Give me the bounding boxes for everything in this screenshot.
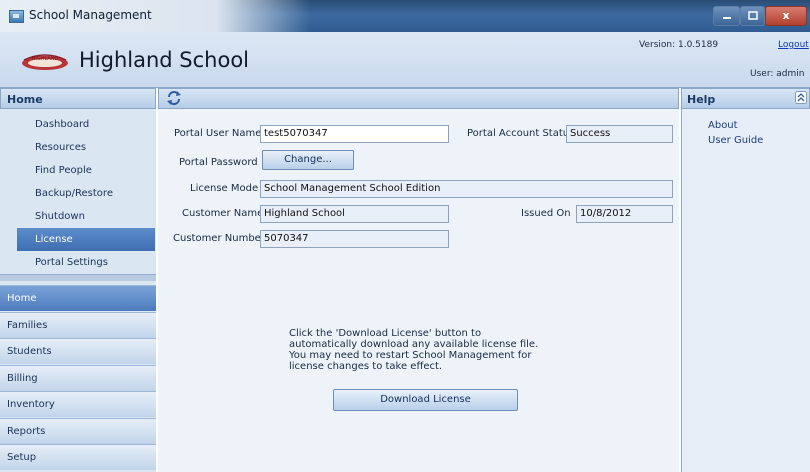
close-button[interactable]: x [765, 6, 807, 26]
group-families[interactable]: Families [0, 312, 156, 338]
issued-on-field: 10/8/2012 [576, 205, 673, 223]
highland-logo: HIGHLAND [22, 54, 68, 70]
group-inventory[interactable]: Inventory [0, 391, 156, 417]
help-panel-title: Help [687, 93, 716, 106]
portal-user-name-label: Portal User Name [174, 128, 262, 139]
group-setup[interactable]: Setup [0, 444, 156, 470]
license-mode-label: License Mode [190, 183, 259, 194]
nav-panel-title: Home [7, 93, 43, 106]
customer-number-field: 5070347 [260, 230, 449, 248]
issued-on-label: Issued On [521, 208, 571, 219]
nav-item-portal-settings[interactable]: Portal Settings [0, 251, 156, 274]
group-billing[interactable]: Billing [0, 365, 156, 391]
nav-item-resources[interactable]: Resources [0, 136, 156, 159]
app-icon [9, 10, 24, 23]
nav-item-dashboard[interactable]: Dashboard [0, 113, 156, 136]
nav-item-backup-restore[interactable]: Backup/Restore [0, 182, 156, 205]
school-name: Highland School [79, 48, 249, 72]
minimize-button[interactable] [713, 6, 740, 26]
refresh-icon[interactable] [166, 90, 182, 106]
window-title: School Management [29, 8, 152, 22]
close-icon: x [782, 9, 790, 22]
download-license-button[interactable]: Download License [333, 389, 518, 411]
logout-link[interactable]: Logout [778, 40, 809, 50]
nav-item-find-people[interactable]: Find People [0, 159, 156, 182]
main-panel [158, 88, 679, 472]
group-students[interactable]: Students [0, 338, 156, 364]
nav-item-license[interactable]: License [17, 228, 155, 251]
group-reports[interactable]: Reports [0, 418, 156, 444]
customer-name-field: Highland School [260, 205, 449, 223]
change-password-button[interactable]: Change... [262, 150, 354, 170]
version-label: Version: 1.0.5189 [639, 40, 719, 50]
help-link-about[interactable]: About [708, 120, 738, 131]
license-info-text: Click the 'Download License' button to a… [289, 328, 539, 372]
maximize-icon [747, 11, 758, 20]
group-home[interactable]: Home [0, 285, 156, 311]
customer-name-label: Customer Name [182, 208, 264, 219]
portal-user-name-input[interactable]: test5070347 [260, 125, 449, 143]
portal-password-label: Portal Password [179, 157, 258, 168]
maximize-button[interactable] [740, 6, 765, 26]
license-mode-field: School Management School Edition [260, 180, 673, 198]
portal-account-status-field: Success [566, 125, 673, 143]
user-label: User: admin [750, 69, 805, 79]
nav-splitter[interactable] [0, 274, 156, 281]
nav-item-shutdown[interactable]: Shutdown [0, 205, 156, 228]
main-panel-header [158, 88, 679, 109]
collapse-icon[interactable] [795, 91, 807, 104]
customer-number-label: Customer Number [173, 233, 265, 244]
minimize-icon [722, 17, 731, 19]
logo-text: HIGHLAND [32, 56, 59, 62]
help-link-user-guide[interactable]: User Guide [708, 135, 763, 146]
portal-account-status-label: Portal Account Status [467, 128, 575, 139]
